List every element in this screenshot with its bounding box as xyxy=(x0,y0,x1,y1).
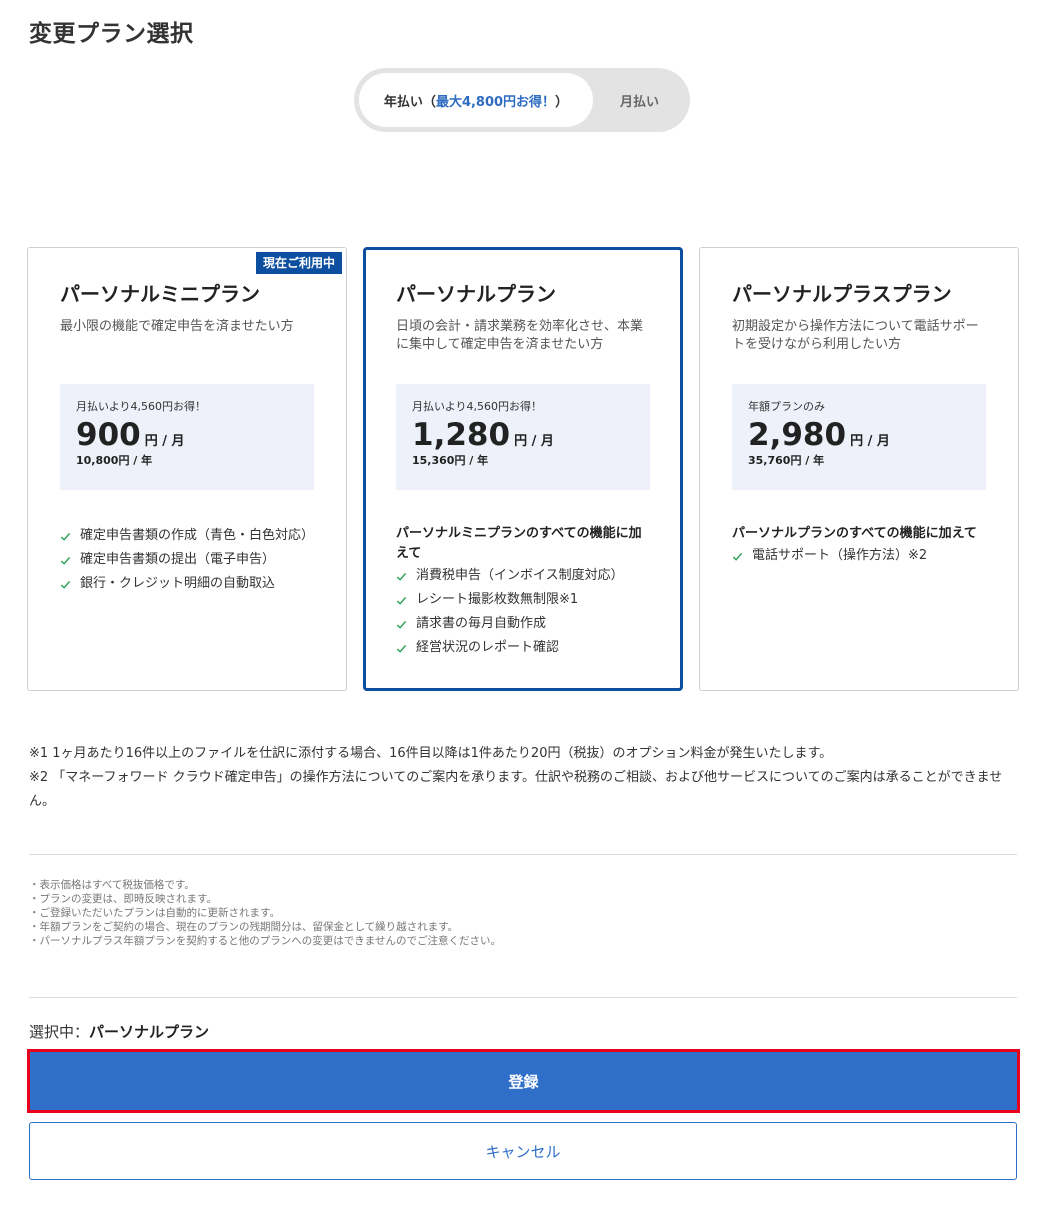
yearly-discount-label: 最大4,800円お得！ xyxy=(435,94,556,110)
register-button[interactable]: 登録 xyxy=(27,1049,1020,1113)
selected-prefix: 選択中： xyxy=(29,1023,90,1041)
price-unit: 円 / 月 xyxy=(850,434,890,449)
yearly-price: 15,360円 / 年 xyxy=(412,454,489,467)
current-plan-badge: 現在ご利用中 xyxy=(255,252,342,274)
check-icon xyxy=(60,556,71,565)
feature-item: 銀行・クレジット明細の自動取込 xyxy=(60,572,316,596)
check-icon xyxy=(396,644,407,653)
yearly-price: 35,760円 / 年 xyxy=(748,454,825,467)
feature-list: 電話サポート（操作方法）※2 xyxy=(732,544,988,568)
plan-name: パーソナルプラスプラン xyxy=(732,282,952,306)
yearly-label-close: ） xyxy=(555,94,569,110)
feature-item: 請求書の毎月自動作成 xyxy=(396,612,650,636)
feature-label: 経営状況のレポート確認 xyxy=(416,640,560,655)
features-heading: パーソナルプランのすべての機能に加えて xyxy=(732,526,977,541)
feature-item: 経営状況のレポート確認 xyxy=(396,636,650,660)
note-item: ・プランの変更は、即時反映されます。 xyxy=(29,893,217,905)
plan-card-personal-mini[interactable]: 現在ご利用中 パーソナルミニプラン 最小限の機能で確定申告を済ませたい方 月払い… xyxy=(27,247,347,691)
pricing-notes: ・表示価格はすべて税抜価格です。 ・プランの変更は、即時反映されます。 ・ご登録… xyxy=(29,878,1019,948)
check-icon xyxy=(60,580,71,589)
plan-name: パーソナルプラン xyxy=(396,282,556,306)
plan-name: パーソナルミニプラン xyxy=(60,282,260,306)
price-note: 月払いより4,560円お得！ xyxy=(76,400,207,413)
yearly-label: 年払い（ xyxy=(383,94,436,110)
footnote-1: ※1 1ヶ月あたり16件以上のファイルを仕訳に添付する場合、16件目以降は1件あ… xyxy=(29,746,833,761)
selected-plan-label: 選択中：パーソナルプラン xyxy=(29,1021,209,1042)
divider xyxy=(29,854,1017,855)
feature-label: レシート撮影枚数無制限※1 xyxy=(416,592,579,607)
monthly-price: 900 xyxy=(76,417,141,453)
feature-label: 確定申告書類の作成（青色・白色対応） xyxy=(80,528,315,543)
plan-card-personal-plus[interactable]: パーソナルプラスプラン 初期設定から操作方法について電話サポートを受けながら利用… xyxy=(699,247,1019,691)
features-heading: パーソナルミニプランのすべての機能に加えて xyxy=(396,526,642,561)
check-icon xyxy=(732,552,743,561)
feature-item: 電話サポート（操作方法）※2 xyxy=(732,544,988,568)
selected-plan-name: パーソナルプラン xyxy=(89,1023,210,1041)
price-unit: 円 / 月 xyxy=(144,434,185,449)
divider xyxy=(29,997,1017,998)
page-title: 変更プラン選択 xyxy=(29,21,194,47)
note-item: ・ご登録いただいたプランは自動的に更新されます。 xyxy=(29,907,280,919)
billing-toggle: 年払い（ 最大4,800円お得！） 月払い xyxy=(354,68,690,132)
monthly-price: 1,280 xyxy=(412,417,511,453)
note-item: ・パーソナルプラス年額プランを契約すると他のプランへの変更はできませんのでご注意… xyxy=(29,935,501,947)
cancel-button[interactable]: キャンセル xyxy=(29,1122,1017,1180)
note-item: ・表示価格はすべて税抜価格です。 xyxy=(29,879,195,891)
feature-label: 消費税申告（インボイス制度対応） xyxy=(416,568,624,583)
note-item: ・年額プランをご契約の場合、現在のプランの残期間分は、留保金として繰り越されます… xyxy=(29,921,459,933)
price-note: 年額プランのみ xyxy=(748,400,825,413)
feature-label: 銀行・クレジット明細の自動取込 xyxy=(80,576,276,591)
feature-label: 電話サポート（操作方法）※2 xyxy=(752,548,928,563)
plan-description: 最小限の機能で確定申告を済ませたい方 xyxy=(60,319,294,334)
check-icon xyxy=(396,596,407,605)
check-icon xyxy=(60,532,71,541)
feature-item: レシート撮影枚数無制限※1 xyxy=(396,588,650,612)
plan-card-personal[interactable]: パーソナルプラン 日頃の会計・請求業務を効率化させ、本業に集中して確定申告を済ま… xyxy=(363,247,683,691)
price-note: 月払いより4,560円お得！ xyxy=(412,400,543,413)
feature-label: 確定申告書類の提出（電子申告） xyxy=(80,552,276,567)
footnotes: ※1 1ヶ月あたり16件以上のファイルを仕訳に添付する場合、16件目以降は1件あ… xyxy=(29,742,1019,814)
price-unit: 円 / 月 xyxy=(514,434,554,449)
check-icon xyxy=(396,620,407,629)
feature-list: 消費税申告（インボイス制度対応） レシート撮影枚数無制限※1 請求書の毎月自動作… xyxy=(396,564,650,660)
yearly-price: 10,800円 / 年 xyxy=(76,454,153,467)
feature-label: 請求書の毎月自動作成 xyxy=(416,616,547,631)
yearly-billing-option[interactable]: 年払い（ 最大4,800円お得！） xyxy=(359,73,593,127)
feature-item: 確定申告書類の作成（青色・白色対応） xyxy=(60,524,316,548)
price-box: 年額プランのみ 2,980 円 / 月 35,760円 / 年 xyxy=(732,384,986,490)
price-box: 月払いより4,560円お得！ 900 円 / 月 10,800円 / 年 xyxy=(60,384,314,490)
footnote-2: ※2 「マネーフォワード クラウド確定申告」の操作方法についてのご案内を承ります… xyxy=(29,770,1003,809)
feature-item: 消費税申告（インボイス制度対応） xyxy=(396,564,650,588)
check-icon xyxy=(396,572,407,581)
plan-description: 初期設定から操作方法について電話サポートを受けながら利用したい方 xyxy=(732,319,979,352)
monthly-price: 2,980 xyxy=(748,417,847,453)
plan-description: 日頃の会計・請求業務を効率化させ、本業に集中して確定申告を済ませたい方 xyxy=(396,319,644,352)
feature-list: 確定申告書類の作成（青色・白色対応） 確定申告書類の提出（電子申告） 銀行・クレ… xyxy=(60,524,316,596)
feature-item: 確定申告書類の提出（電子申告） xyxy=(60,548,316,572)
monthly-billing-option[interactable]: 月払い xyxy=(594,73,685,127)
price-box: 月払いより4,560円お得！ 1,280 円 / 月 15,360円 / 年 xyxy=(396,384,650,490)
